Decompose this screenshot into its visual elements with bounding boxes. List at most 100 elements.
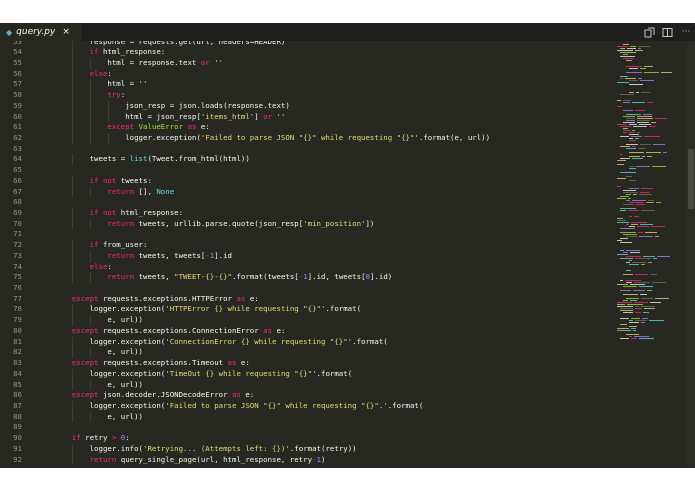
minimap-line [629, 180, 636, 181]
line-text: return tweets, urllib.parse.quote(json_r… [54, 218, 374, 230]
open-changes-icon[interactable] [643, 26, 655, 38]
line-number: 60 [13, 111, 22, 121]
line-number: 54 [13, 47, 22, 57]
minimap-line [620, 258, 633, 259]
minimap-line [640, 192, 649, 193]
code-line[interactable]: 78 logger.exception('HTTPError {} while … [0, 304, 615, 316]
code-token: html_response: [120, 208, 184, 217]
code-line[interactable]: 84 logger.exception('TimeOut {} while re… [0, 368, 615, 380]
minimap-line [639, 236, 653, 237]
code-line[interactable]: 75 return tweets, "TWEET-{}-{}".format(t… [0, 272, 615, 284]
code-line[interactable]: 62 logger.exception('Failed to parse JSO… [0, 132, 615, 144]
code-line[interactable]: 81 logger.exception('ConnectionError {} … [0, 336, 615, 348]
code-line[interactable]: 76 [0, 283, 615, 294]
code-line[interactable]: 55 html = response.text or '' [0, 57, 615, 69]
minimap-line [629, 124, 637, 125]
minimap-line [661, 72, 672, 73]
code-line[interactable]: 92 return query_single_page(url, html_re… [0, 454, 615, 466]
line-text: e, url)) [54, 411, 143, 423]
minimap-line [626, 282, 632, 283]
minimap-line [643, 256, 655, 257]
code-line[interactable]: 60 html = json_resp['items_html'] or '' [0, 111, 615, 123]
minimap[interactable] [615, 41, 687, 468]
line-number: 78 [13, 304, 22, 314]
code-line[interactable]: 69 if not html_response: [0, 208, 615, 219]
code-line[interactable]: 86 except json.decoder.JSONDecodeError a… [0, 390, 615, 401]
code-line[interactable]: 88 e, url)) [0, 411, 615, 423]
line-text: return tweets, "TWEET-{}-{}".format(twee… [54, 272, 392, 284]
code-line[interactable]: 61 except ValueError as e: [0, 122, 615, 133]
minimap-line [626, 236, 637, 237]
code-line[interactable]: 67 return [], None [0, 186, 615, 198]
line-text: logger.exception('Failed to parse JSON "… [54, 132, 490, 144]
code-line[interactable]: 77 except requests.exceptions.HTTPError … [0, 294, 615, 305]
split-editor-icon[interactable] [661, 26, 673, 38]
line-text: html = '' [54, 79, 147, 91]
minimap-line [640, 224, 653, 225]
minimap-line [626, 114, 641, 115]
minimap-line [626, 256, 641, 257]
code-token: e: [249, 293, 259, 303]
tab-query-py[interactable]: ◆ query.py × [0, 23, 82, 41]
code-line[interactable]: 57 html = '' [0, 79, 615, 91]
minimap-line [663, 152, 667, 153]
code-line[interactable]: 91 logger.info('Retrying... (Attempts le… [0, 443, 615, 455]
line-number: 86 [13, 390, 22, 400]
code-line[interactable]: 56 else: [0, 68, 615, 80]
code-line[interactable]: 74 else: [0, 261, 615, 273]
indent-guide [71, 443, 73, 455]
line-text: except requests.exceptions.ConnectionErr… [54, 326, 286, 337]
line-text: except json.decoder.JSONDecodeError as e… [54, 390, 254, 401]
code-line[interactable]: 87 logger.exception('Failed to parse JSO… [0, 400, 615, 412]
minimap-line [644, 66, 653, 67]
code-line[interactable]: 54 if html_response: [0, 47, 615, 58]
minimap-line [641, 306, 655, 307]
minimap-line [623, 54, 628, 55]
code-line[interactable]: 64 tweets = list(Tweet.from_html(html)) [0, 154, 615, 166]
code-line[interactable]: 85 e, url)) [0, 379, 615, 391]
minimap-line [626, 224, 629, 225]
indent-guide [71, 250, 73, 262]
code-token: logger.exception( [54, 132, 201, 142]
vertical-scrollbar[interactable] [687, 41, 695, 468]
code-line[interactable]: 71 [0, 229, 615, 240]
code-line[interactable]: 80 except requests.exceptions.Connection… [0, 326, 615, 337]
minimap-line [629, 134, 639, 135]
code-line[interactable]: 90 if retry > 0: [0, 433, 615, 444]
code-line[interactable]: 63 [0, 144, 615, 155]
code-line[interactable]: 89 [0, 422, 615, 433]
code-line[interactable]: 72 if from_user: [0, 240, 615, 251]
code-line[interactable]: 68 [0, 197, 615, 208]
code-line[interactable]: 70 return tweets, urllib.parse.quote(jso… [0, 218, 615, 230]
minimap-line [642, 318, 648, 319]
code-line[interactable]: 82 e, url)) [0, 347, 615, 359]
code-line[interactable]: 66 if not tweets: [0, 175, 615, 187]
code-line[interactable]: 79 e, url)) [0, 315, 615, 326]
line-number: 91 [13, 443, 22, 453]
minimap-line [643, 312, 649, 313]
more-actions-icon[interactable]: ··· [679, 26, 693, 38]
minimap-line [629, 132, 635, 133]
code-token: html = [54, 79, 139, 89]
code-line[interactable]: 59 json_resp = json.loads(response.text) [0, 100, 615, 112]
minimap-line [636, 92, 639, 93]
code-line[interactable]: 73 return tweets, tweets[-1].id [0, 250, 615, 262]
minimap-line [629, 320, 633, 321]
code-token: : [125, 433, 130, 443]
minimap-line [635, 50, 643, 51]
code-line[interactable]: 83 except requests.exceptions.Timeout as… [0, 358, 615, 369]
code-token: html_response: [102, 47, 166, 57]
code-token: html = response.text [54, 57, 201, 67]
code-token: [], [138, 186, 157, 196]
code-editor[interactable]: 53 response = requests.get(url, headers=… [0, 41, 615, 468]
code-token: ].id [214, 250, 233, 260]
minimap-line [620, 136, 629, 137]
code-token: (Tweet.from_html(html)) [147, 154, 250, 164]
minimap-line [629, 202, 644, 203]
code-token: return [54, 454, 121, 464]
code-line[interactable]: 65 [0, 165, 615, 176]
close-icon[interactable]: × [62, 27, 70, 37]
scrollbar-thumb[interactable] [688, 149, 694, 209]
code-line[interactable]: 58 try: [0, 90, 615, 101]
code-token: ].id, tweets[ [307, 272, 366, 282]
